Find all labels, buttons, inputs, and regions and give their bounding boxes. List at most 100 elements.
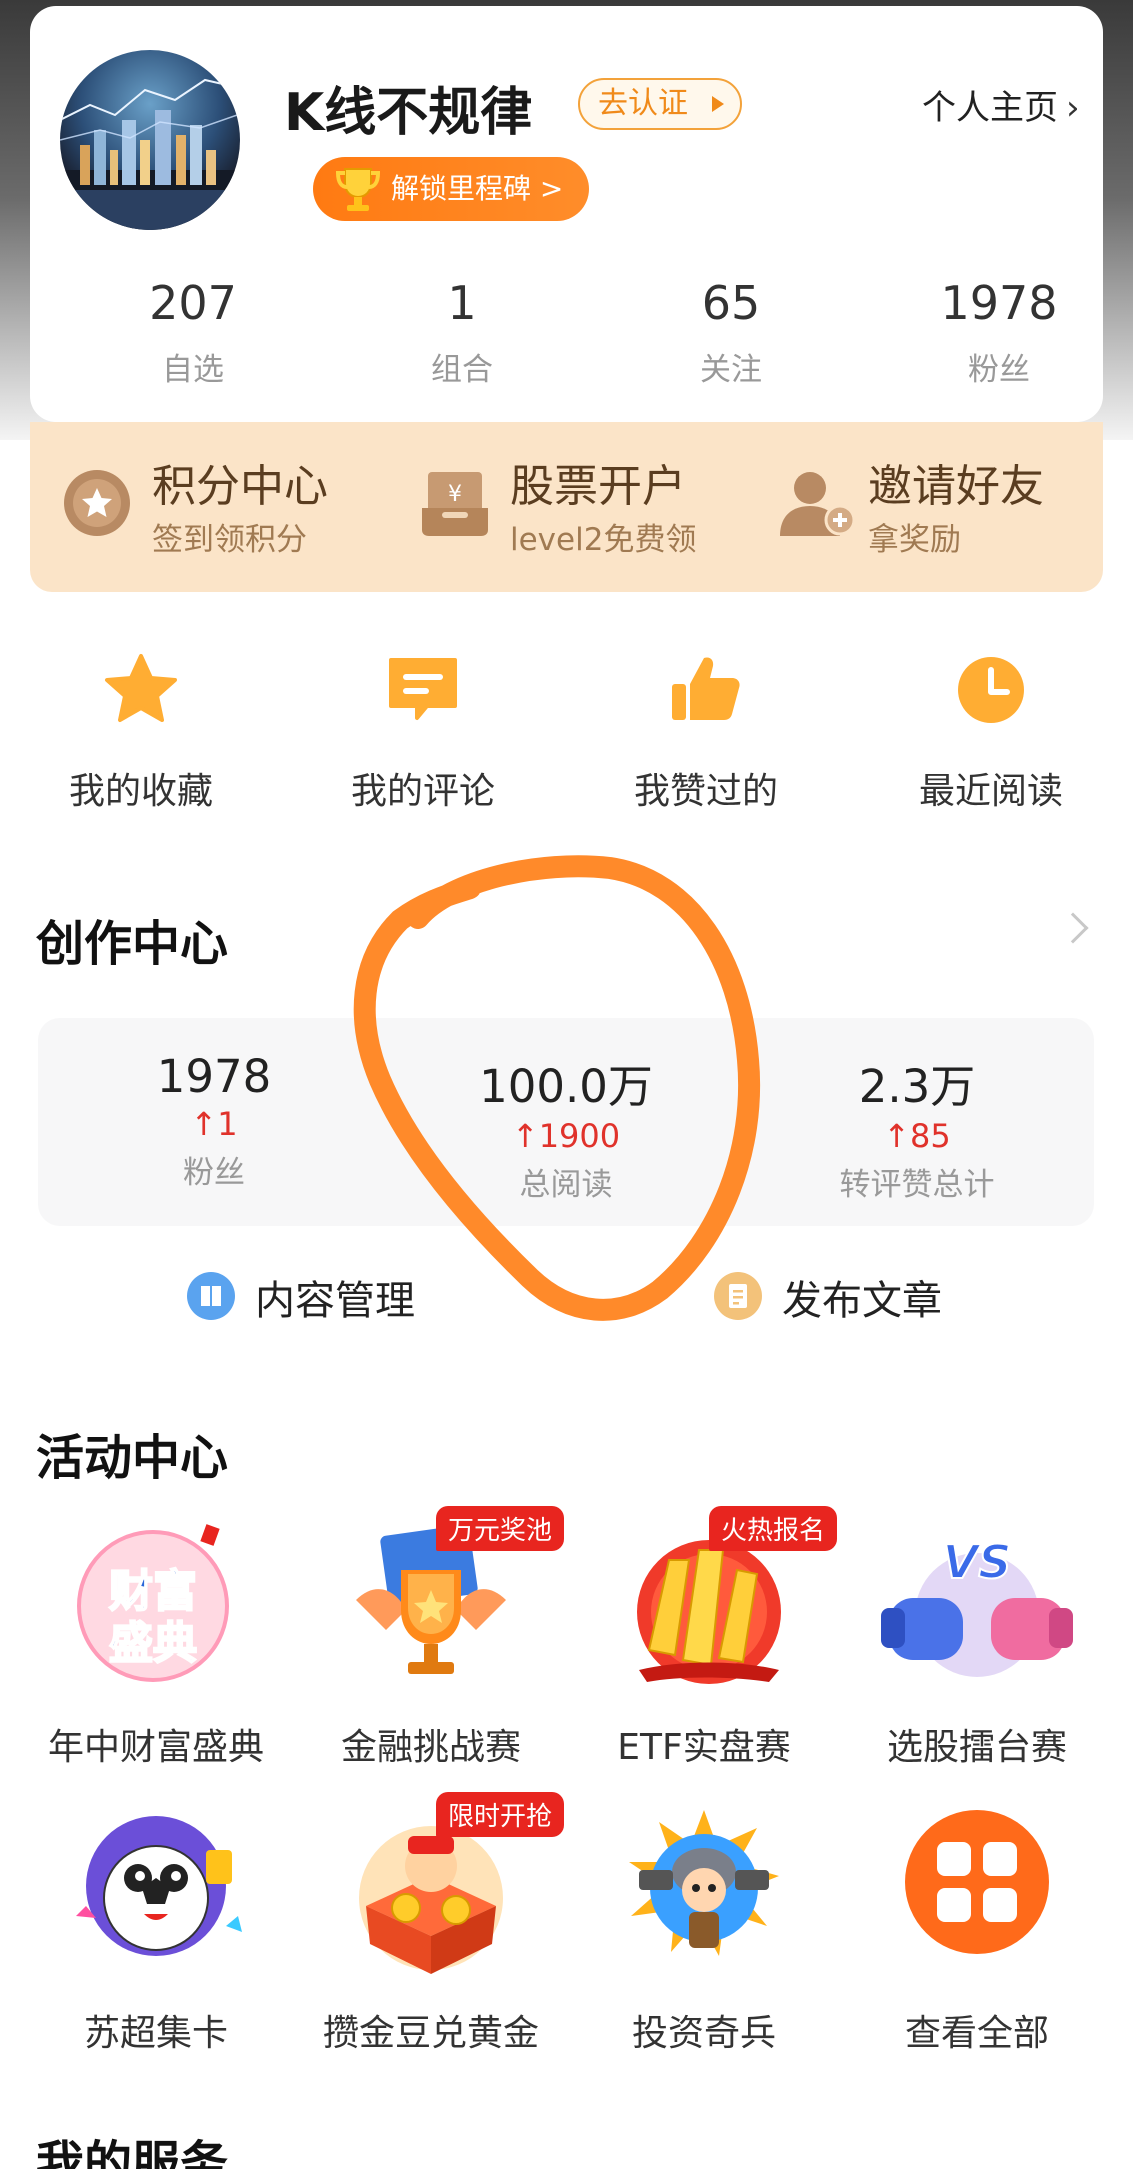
promo-subtitle: 签到领积分 (152, 522, 307, 558)
quick-link-comments[interactable]: 我的评论 (313, 650, 533, 814)
delta-value: 85 (910, 1117, 951, 1155)
milestone-label: 解锁里程碑 > (391, 172, 564, 205)
activity-label: 查看全部 (904, 2013, 1049, 2054)
treasure-box-icon: 限时开抢 (346, 1792, 564, 1976)
homepage-label: 个人主页 (922, 88, 1058, 128)
promo-title: 股票开户 (510, 461, 686, 512)
activity-finance-challenge[interactable]: 万元奖池 金融挑战赛 (301, 1506, 564, 1770)
grid-apps-icon (892, 1806, 1062, 1976)
chevron-right-icon: › (1066, 88, 1080, 128)
creator-stat-label: 转评赞总计 (839, 1167, 995, 1203)
badge-text-bottom: 盛典 (109, 1618, 197, 1669)
promo-title: 积分中心 (152, 461, 328, 512)
activity-tag: 火热报名 (708, 1506, 837, 1551)
promo-points-center[interactable]: 积分中心 签到领积分 (62, 450, 382, 570)
thumbs-up-icon (666, 650, 746, 730)
creator-stat-value: 1978 (156, 1050, 272, 1103)
verify-label: 去认证 (598, 86, 688, 121)
activity-label: 金融挑战赛 (340, 1727, 521, 1768)
activity-investment-troops[interactable]: 投资奇兵 (574, 1806, 834, 2056)
add-person-icon (778, 468, 858, 544)
verify-button[interactable]: 去认证 (578, 78, 742, 130)
my-services-title: 我的服务 (36, 2136, 229, 2169)
activity-label: 苏超集卡 (83, 2013, 228, 2054)
trophy-icon: 万元奖池 (346, 1506, 564, 1690)
chevron-right-icon[interactable] (1057, 912, 1089, 944)
stat-value: 1 (447, 276, 477, 330)
activity-view-all[interactable]: 查看全部 (847, 1806, 1107, 2056)
activity-label: 选股擂台赛 (886, 1727, 1067, 1768)
up-arrow-icon: ↑ (883, 1117, 911, 1155)
document-icon (714, 1272, 762, 1320)
promo-subtitle: 拿奖励 (868, 522, 961, 558)
activity-stock-arena[interactable]: VS 选股擂台赛 (847, 1520, 1107, 1770)
unlock-milestone-button[interactable]: 解锁里程碑 > (313, 157, 589, 221)
clock-icon (951, 650, 1031, 730)
promo-subtitle: level2免费领 (510, 522, 697, 558)
creator-stat-delta: ↑85 (767, 1117, 1067, 1155)
stat-value: 1978 (940, 276, 1058, 330)
activity-label: 年中财富盛典 (47, 1727, 264, 1768)
activity-label: 攒金豆兑黄金 (322, 2013, 539, 2054)
delta-value: 1900 (538, 1117, 621, 1155)
yuan-box-icon: ¥ (420, 468, 490, 542)
promo-open-account[interactable]: ¥ 股票开户 level2免费领 (420, 450, 750, 570)
quick-link-label: 我的收藏 (68, 771, 213, 812)
avatar[interactable] (60, 50, 240, 230)
creator-stats: 1978 ↑1 粉丝 100.0万 ↑1900 总阅读 2.3万 ↑85 转评赞… (38, 1018, 1094, 1226)
stat-label: 粉丝 (968, 352, 1030, 388)
stat-watchlist[interactable]: 207 自选 (93, 276, 293, 389)
activity-gold-beans[interactable]: 限时开抢 攒金豆兑黄金 (301, 1792, 564, 2056)
gold-bars-icon: 火热报名 (619, 1506, 837, 1690)
star-badge-icon (62, 468, 132, 542)
activity-label: ETF实盘赛 (617, 1727, 791, 1768)
creator-stat-delta: ↑1 (64, 1105, 364, 1143)
stat-value: 65 (701, 276, 761, 330)
stat-followers[interactable]: 1978 粉丝 (899, 276, 1099, 389)
up-arrow-icon: ↑ (190, 1105, 218, 1143)
star-icon (101, 650, 181, 730)
activity-label: 投资奇兵 (631, 2013, 776, 2054)
vs-text: VS (943, 1535, 1012, 1589)
wealth-gala-badge-icon: 财富 盛典 (71, 1520, 241, 1690)
profile-stats: 207 自选 1 组合 65 关注 1978 粉丝 (60, 276, 1133, 406)
stat-label: 自选 (162, 352, 224, 388)
profile-card: K线不规律 去认证 个人主页› 解锁里程碑 > 207 自选 1 组合 65 (30, 6, 1103, 422)
creator-stat-reads[interactable]: 100.0万 ↑1900 总阅读 (416, 1050, 716, 1204)
quick-link-liked[interactable]: 我赞过的 (596, 650, 816, 814)
svg-text:¥: ¥ (448, 482, 462, 507)
creator-stat-value: 100.0万 (479, 1060, 653, 1113)
quick-link-label: 我赞过的 (633, 771, 778, 812)
creator-stat-label: 粉丝 (183, 1155, 245, 1191)
activity-tag: 万元奖池 (435, 1506, 564, 1551)
up-arrow-icon: ↑ (511, 1117, 539, 1155)
username: K线不规律 (284, 83, 533, 143)
promo-invite-friends[interactable]: 邀请好友 拿奖励 (778, 450, 1078, 570)
stat-value: 207 (149, 276, 237, 330)
boxing-gloves-vs-icon: VS (881, 1520, 1073, 1690)
stat-portfolio[interactable]: 1 组合 (362, 276, 562, 389)
quick-links: 我的收藏 我的评论 我赞过的 最近阅读 (0, 650, 1133, 830)
promo-title: 邀请好友 (868, 461, 1044, 512)
creator-center-title: 创作中心 (36, 916, 229, 972)
book-icon (187, 1272, 235, 1320)
creator-stat-followers[interactable]: 1978 ↑1 粉丝 (64, 1050, 364, 1192)
trophy-icon (335, 165, 381, 236)
personal-homepage-link[interactable]: 个人主页 › (922, 80, 1080, 129)
badge-text-top: 财富 (109, 1566, 197, 1617)
quick-link-label: 我的评论 (350, 771, 495, 812)
activity-tag: 限时开抢 (435, 1792, 564, 1837)
action-label: 内容管理 (255, 1278, 415, 1324)
activity-wealth-gala[interactable]: 财富 盛典 年中财富盛典 (26, 1520, 286, 1770)
action-label: 发布文章 (782, 1278, 942, 1324)
quick-link-favorites[interactable]: 我的收藏 (31, 650, 251, 814)
promo-bar: 积分中心 签到领积分 ¥ 股票开户 level2免费领 邀请好友 拿奖励 (30, 422, 1103, 592)
quick-link-label: 最近阅读 (918, 771, 1063, 812)
delta-value: 1 (217, 1105, 238, 1143)
creator-stat-engagement[interactable]: 2.3万 ↑85 转评赞总计 (767, 1050, 1067, 1204)
activity-su-super-cards[interactable]: 苏超集卡 (26, 1806, 286, 2056)
activity-etf-contest[interactable]: 火热报名 ETF实盘赛 (574, 1506, 837, 1770)
creator-stat-value: 2.3万 (858, 1060, 976, 1113)
stat-following[interactable]: 65 关注 (631, 276, 831, 389)
quick-link-recent[interactable]: 最近阅读 (881, 650, 1101, 814)
